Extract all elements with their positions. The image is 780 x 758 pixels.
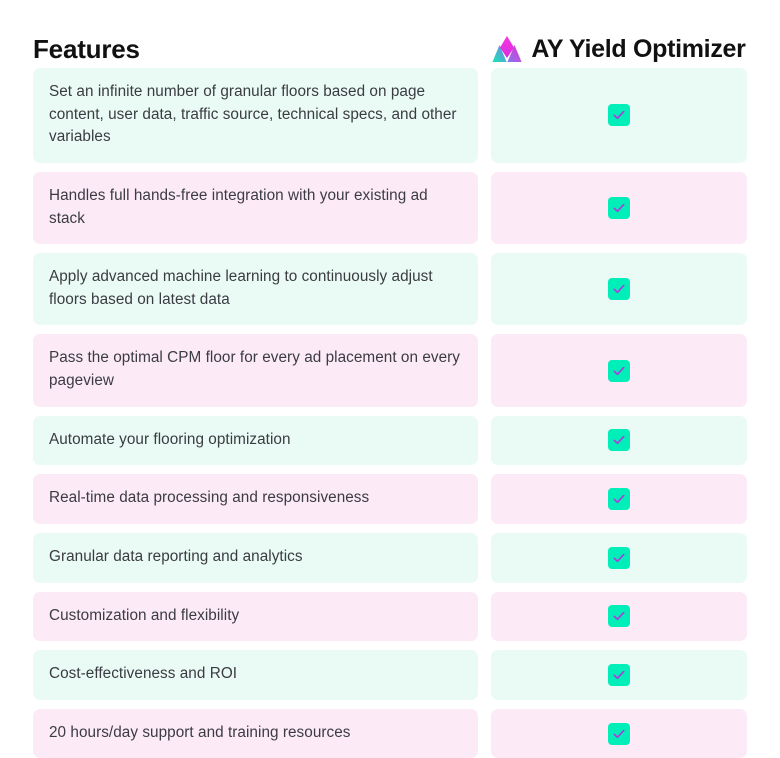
check-icon bbox=[608, 663, 630, 686]
check-icon bbox=[608, 104, 630, 127]
feature-cell: Automate your flooring optimization bbox=[33, 415, 478, 466]
column-gap bbox=[478, 650, 491, 700]
feature-label: Automate your flooring optimization bbox=[49, 430, 291, 448]
support-cell bbox=[491, 708, 747, 758]
feature-cell: Set an infinite number of granular floor… bbox=[33, 68, 478, 163]
column-gap bbox=[478, 474, 491, 524]
column-header-product: AY Yield Optimizer bbox=[491, 36, 747, 64]
feature-label: Handles full hands-free integration with… bbox=[49, 186, 428, 227]
table-row: Automate your flooring optimization bbox=[33, 415, 747, 466]
feature-label: Real-time data processing and responsive… bbox=[49, 489, 370, 507]
support-cell bbox=[491, 415, 747, 466]
support-cell bbox=[491, 474, 747, 524]
check-icon bbox=[608, 429, 630, 452]
feature-rows: Set an infinite number of granular floor… bbox=[33, 68, 747, 758]
table-row: Pass the optimal CPM floor for every ad … bbox=[33, 334, 747, 407]
column-gap bbox=[478, 253, 491, 325]
column-gap bbox=[478, 334, 491, 406]
table-row: Cost-effectiveness and ROI bbox=[33, 650, 747, 700]
column-gap bbox=[478, 68, 491, 163]
feature-label: Cost-effectiveness and ROI bbox=[49, 665, 238, 683]
feature-comparison-table: Features AY Yield Optimizer Set an infin… bbox=[0, 0, 780, 758]
feature-cell: Cost-effectiveness and ROI bbox=[33, 650, 478, 700]
column-gap bbox=[478, 533, 491, 583]
feature-label: Granular data reporting and analytics bbox=[49, 547, 303, 565]
feature-label: Apply advanced machine learning to conti… bbox=[49, 268, 433, 308]
check-icon bbox=[608, 488, 630, 511]
table-row: Real-time data processing and responsive… bbox=[33, 474, 747, 524]
table-row: Set an infinite number of granular floor… bbox=[33, 68, 747, 163]
feature-cell: Granular data reporting and analytics bbox=[33, 532, 478, 583]
column-gap bbox=[478, 416, 491, 466]
check-icon bbox=[608, 278, 630, 301]
column-gap bbox=[478, 709, 491, 758]
ay-mountain-logo-icon bbox=[492, 36, 523, 63]
support-cell bbox=[491, 171, 747, 245]
feature-label: Pass the optimal CPM floor for every ad … bbox=[49, 349, 461, 389]
feature-label: Set an infinite number of granular floor… bbox=[49, 83, 457, 146]
feature-cell: Real-time data processing and responsive… bbox=[33, 474, 478, 524]
check-icon bbox=[608, 197, 630, 219]
table-row: Granular data reporting and analytics bbox=[33, 532, 747, 583]
feature-cell: Pass the optimal CPM floor for every ad … bbox=[33, 334, 478, 407]
product-name-label: AY Yield Optimizer bbox=[531, 35, 746, 63]
support-cell bbox=[491, 253, 747, 326]
feature-cell: Apply advanced machine learning to conti… bbox=[33, 253, 478, 326]
feature-label: Customization and flexibility bbox=[49, 606, 240, 624]
column-gap bbox=[478, 172, 491, 244]
support-cell bbox=[491, 334, 747, 407]
check-icon bbox=[608, 605, 630, 628]
feature-cell: 20 hours/day support and training resour… bbox=[33, 708, 478, 758]
table-row: Apply advanced machine learning to conti… bbox=[33, 253, 747, 326]
support-cell bbox=[491, 68, 747, 163]
check-icon bbox=[608, 722, 630, 745]
table-header: Features AY Yield Optimizer bbox=[33, 0, 747, 68]
support-cell bbox=[491, 591, 747, 642]
check-icon bbox=[608, 359, 630, 382]
column-gap bbox=[478, 592, 491, 642]
table-row: Customization and flexibility bbox=[33, 591, 747, 642]
feature-cell: Customization and flexibility bbox=[33, 591, 478, 642]
feature-cell: Handles full hands-free integration with… bbox=[33, 171, 478, 245]
feature-label: 20 hours/day support and training resour… bbox=[49, 723, 351, 741]
column-header-features: Features bbox=[33, 34, 140, 64]
support-cell bbox=[491, 650, 747, 700]
table-row: 20 hours/day support and training resour… bbox=[33, 708, 747, 758]
support-cell bbox=[491, 532, 747, 583]
table-row: Handles full hands-free integration with… bbox=[33, 171, 747, 245]
check-icon bbox=[608, 546, 630, 569]
